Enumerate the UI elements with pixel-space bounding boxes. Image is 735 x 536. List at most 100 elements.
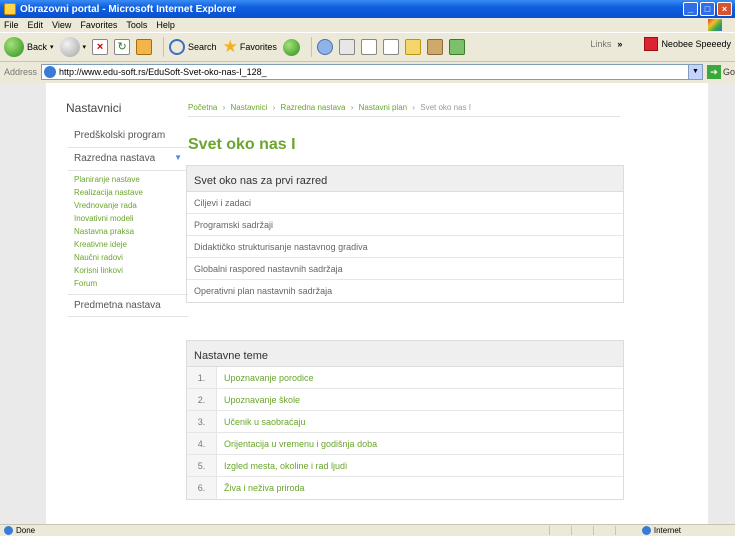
breadcrumb-divider [188, 116, 620, 117]
close-button[interactable]: × [717, 2, 732, 16]
toolbar-right: Links » Neobee Speeedy [590, 37, 731, 51]
topic-link[interactable]: Upoznavanje škole [217, 389, 300, 410]
sidebar-item-razredna[interactable]: Razredna nastava ▼ [68, 148, 188, 171]
favorites-button[interactable]: ★ Favorites [223, 37, 277, 57]
maximize-button[interactable]: □ [700, 2, 715, 16]
stop-icon[interactable]: × [92, 39, 109, 55]
media-icon[interactable] [282, 38, 300, 56]
minimize-button[interactable]: _ [683, 2, 698, 16]
sidebar-item-predmetna[interactable]: Predmetna nastava [68, 294, 188, 317]
topics-heading: Nastavne teme [187, 341, 623, 367]
breadcrumb-nastavnici[interactable]: Nastavnici [231, 103, 268, 112]
submenu-item-praksa[interactable]: Nastavna praksa [74, 225, 188, 238]
submenu-item-kreativne[interactable]: Kreativne ideje [74, 238, 188, 251]
topic-number: 2. [187, 389, 217, 410]
breadcrumb-razredna[interactable]: Razredna nastava [281, 103, 346, 112]
topic-link[interactable]: Upoznavanje porodice [217, 367, 314, 388]
breadcrumb-plan[interactable]: Nastavni plan [359, 103, 407, 112]
topic-row: 3. Učenik u saobraćaju [187, 411, 623, 433]
back-button[interactable]: Back ▾ [4, 37, 54, 57]
overview-row[interactable]: Operativni plan nastavnih sadržaja [187, 280, 623, 302]
go-button[interactable]: ➔ Go [706, 65, 735, 79]
window-titlebar: Obrazovni portal - Microsoft Internet Ex… [0, 0, 735, 18]
back-label: Back [27, 42, 48, 52]
folder-icon[interactable] [404, 39, 421, 55]
sidebar-item-predskolski[interactable]: Predškolski program [68, 125, 188, 148]
toolbar-separator [310, 37, 312, 57]
submenu-item-forum[interactable]: Forum [74, 277, 188, 290]
submenu-item-planiranje[interactable]: Planiranje nastave [74, 173, 188, 186]
security-zone[interactable]: Internet [641, 526, 681, 535]
edit-icon[interactable] [382, 39, 399, 55]
mail-icon[interactable] [338, 39, 355, 55]
sidebar-submenu: Planiranje nastave Realizacija nastave V… [68, 171, 188, 294]
menu-favorites[interactable]: Favorites [80, 20, 117, 30]
topics-panel: Nastavne teme 1. Upoznavanje porodice 2.… [186, 340, 624, 500]
submenu-item-realizacija[interactable]: Realizacija nastave [74, 186, 188, 199]
refresh-icon[interactable]: ↻ [114, 39, 131, 55]
topic-row: 2. Upoznavanje škole [187, 389, 623, 411]
breadcrumb-separator: › [412, 103, 416, 112]
go-arrow-icon: ➔ [706, 65, 721, 79]
neobee-link[interactable]: Neobee Speeedy [661, 39, 731, 49]
forward-button[interactable]: ▾ [59, 37, 87, 57]
breadcrumb-separator: › [350, 103, 354, 112]
address-input[interactable]: http://www.edu-soft.rs/EduSoft-Svet-oko-… [41, 64, 703, 80]
topic-link[interactable]: Učenik u saobraćaju [217, 411, 306, 432]
go-label: Go [722, 67, 735, 77]
overview-panel: Svet oko nas za prvi razred Ciljevi i za… [186, 165, 624, 303]
topic-number: 4. [187, 433, 217, 454]
submenu-item-linkovi[interactable]: Korisni linkovi [74, 264, 188, 277]
overview-row[interactable]: Programski sadržaji [187, 214, 623, 236]
topic-link[interactable]: Izgled mesta, okoline i rad ljudi [217, 455, 347, 476]
window-controls: _ □ × [683, 2, 732, 16]
history-icon[interactable] [316, 39, 333, 55]
menu-file[interactable]: File [4, 20, 19, 30]
sidebar-nav: Predškolski program Razredna nastava ▼ P… [68, 125, 188, 317]
breadcrumb-separator: › [222, 103, 226, 112]
search-icon [169, 39, 186, 55]
page-icon [44, 66, 57, 78]
address-dropdown-icon[interactable]: ▼ [687, 65, 702, 79]
topic-link[interactable]: Živa i neživa priroda [217, 477, 305, 499]
toolbar-separator [163, 37, 165, 57]
back-arrow-icon [4, 37, 24, 57]
home-icon[interactable] [136, 39, 153, 55]
breadcrumb-home[interactable]: Početna [188, 103, 217, 112]
overview-row[interactable]: Globalni raspored nastavnih sadržaja [187, 258, 623, 280]
research-icon[interactable] [426, 39, 443, 55]
messenger-icon[interactable] [448, 39, 465, 55]
search-button[interactable]: Search [169, 39, 217, 55]
address-url[interactable]: http://www.edu-soft.rs/EduSoft-Svet-oko-… [59, 67, 267, 77]
submenu-item-vrednovanje[interactable]: Vrednovanje rada [74, 199, 188, 212]
topic-link[interactable]: Orijentacija u vremenu i godišnja doba [217, 433, 377, 454]
menu-tools[interactable]: Tools [126, 20, 147, 30]
status-cell [593, 526, 613, 535]
links-label[interactable]: Links [590, 39, 611, 49]
links-chevron-icon[interactable]: » [617, 39, 622, 49]
address-label: Address [4, 67, 38, 77]
submenu-item-inovativni[interactable]: Inovativni modeli [74, 212, 188, 225]
neobee-icon [644, 37, 659, 51]
submenu-item-naucni[interactable]: Naučni radovi [74, 251, 188, 264]
overview-row[interactable]: Didaktičko strukturisanje nastavnog grad… [187, 236, 623, 258]
favorites-star-icon: ★ [222, 37, 238, 56]
print-icon[interactable] [360, 39, 377, 55]
topic-number: 1. [187, 367, 217, 388]
windows-logo-icon [708, 19, 722, 31]
web-page: Nastavnici Predškolski program Razredna … [46, 83, 708, 524]
menu-view[interactable]: View [52, 20, 71, 30]
search-label: Search [188, 42, 217, 52]
status-cell [571, 526, 591, 535]
address-bar: Address http://www.edu-soft.rs/EduSoft-S… [0, 62, 735, 82]
menu-help[interactable]: Help [156, 20, 175, 30]
topic-row: 6. Živa i neživa priroda [187, 477, 623, 499]
forward-dropdown-icon[interactable]: ▾ [83, 43, 87, 51]
status-cell [549, 526, 569, 535]
overview-row[interactable]: Ciljevi i zadaci [187, 192, 623, 214]
back-dropdown-icon[interactable]: ▾ [50, 43, 54, 51]
status-text: Done [16, 526, 36, 535]
menu-edit[interactable]: Edit [28, 20, 44, 30]
page-title: Svet oko nas I [188, 136, 296, 153]
browser-viewport[interactable]: Nastavnici Predškolski program Razredna … [0, 83, 735, 524]
